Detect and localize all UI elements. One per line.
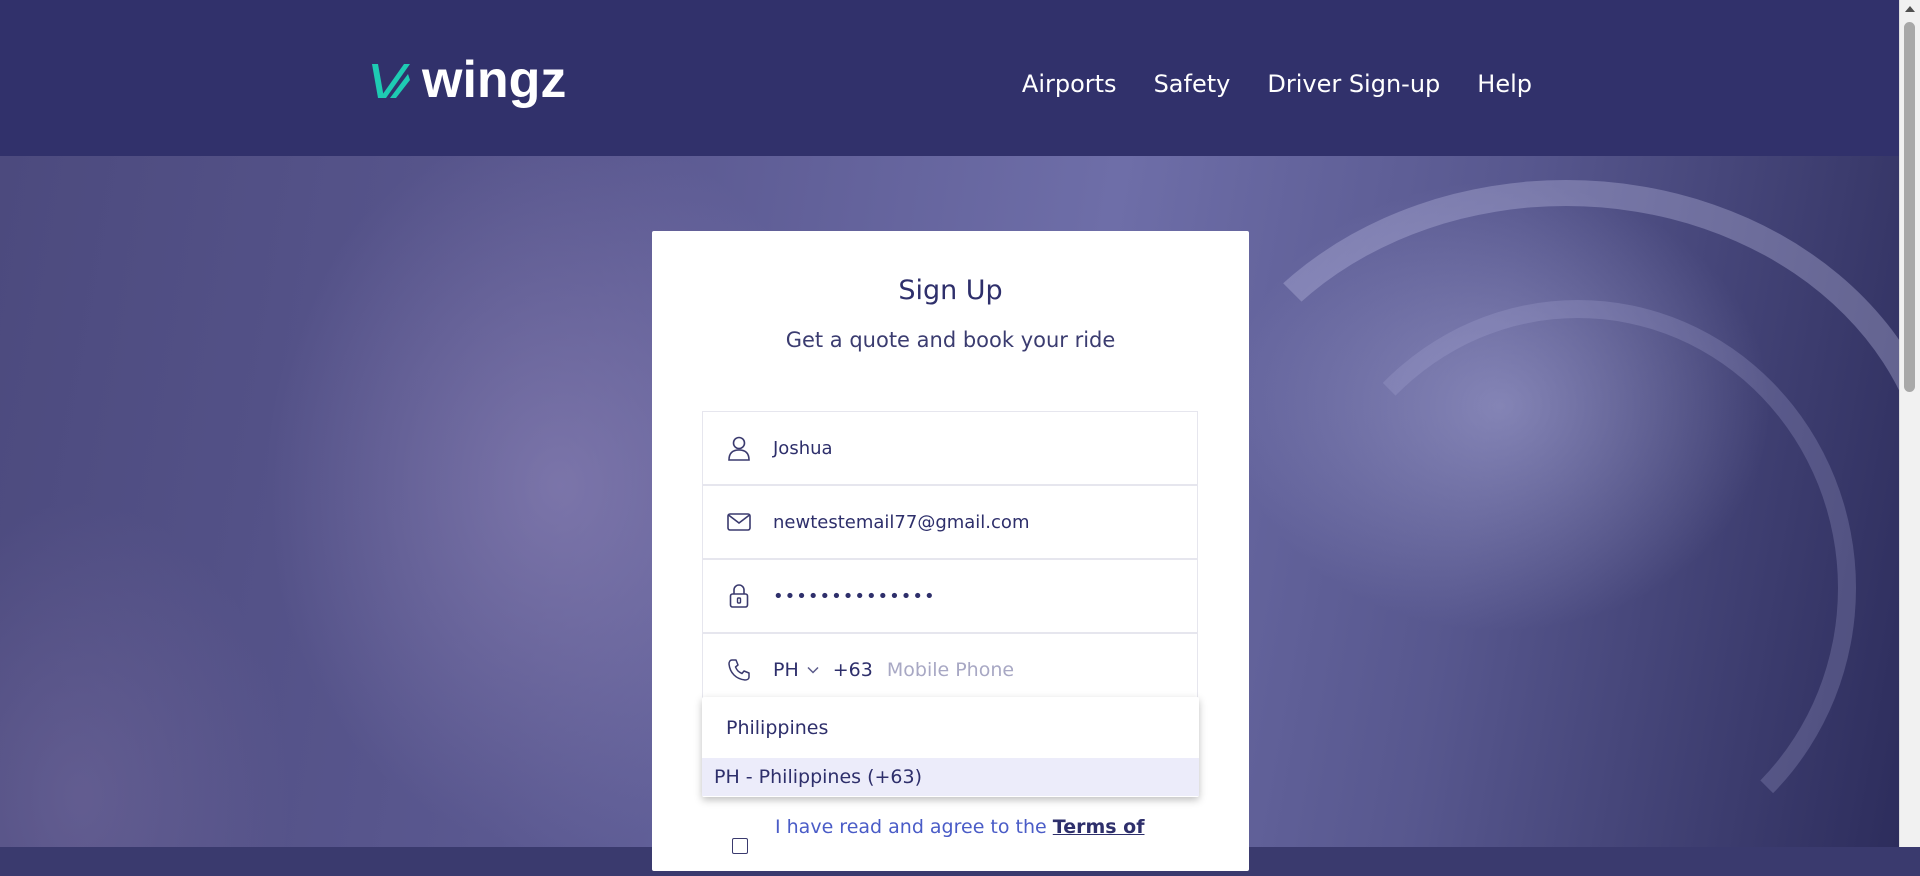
terms-link[interactable]: Terms of <box>1053 816 1145 838</box>
name-field[interactable]: Joshua <box>702 411 1198 485</box>
dropdown-option-ph[interactable]: PH - Philippines (+63) <box>702 758 1199 796</box>
country-code-select[interactable]: PH <box>773 659 833 681</box>
nav-airports[interactable]: Airports <box>1022 70 1117 98</box>
envelope-icon <box>725 508 753 536</box>
wingz-logo-icon <box>372 64 410 98</box>
scrollbar[interactable] <box>1899 0 1920 847</box>
phone-icon <box>725 656 753 684</box>
user-icon <box>725 434 753 462</box>
email-value: newtestemail77@gmail.com <box>773 511 1030 533</box>
page-title: Sign Up <box>898 275 1003 306</box>
terms-checkbox[interactable] <box>732 838 748 854</box>
country-dropdown: Philippines PH - Philippines (+63) <box>702 697 1199 797</box>
page-subtitle: Get a quote and book your ride <box>785 328 1116 352</box>
dial-code: +63 <box>832 659 873 681</box>
chevron-down-icon <box>807 666 819 674</box>
wingz-logo[interactable]: wingz <box>368 50 566 110</box>
scroll-thumb[interactable] <box>1904 22 1915 392</box>
logo-wordmark: wingz <box>422 51 567 109</box>
lock-icon <box>725 582 753 610</box>
email-field[interactable]: newtestemail77@gmail.com <box>702 485 1198 559</box>
main-nav: Airports Safety Driver Sign-up Help <box>1022 70 1532 98</box>
terms-prefix: I have read and agree to the <box>775 816 1053 838</box>
terms-label: I have read and agree to the Terms of <box>775 816 1145 838</box>
background-arc <box>1300 300 1856 876</box>
password-value: •••••••••••••• <box>773 585 936 607</box>
mobile-phone-input[interactable] <box>884 658 1109 682</box>
password-field[interactable]: •••••••••••••• <box>702 559 1198 633</box>
nav-help[interactable]: Help <box>1477 70 1532 98</box>
site-header: wingz Airports Safety Driver Sign-up Hel… <box>0 0 1900 156</box>
nav-driver-signup[interactable]: Driver Sign-up <box>1267 70 1440 98</box>
dropdown-caret <box>763 687 783 697</box>
dropdown-group-label: Philippines <box>726 717 829 739</box>
name-value: Joshua <box>773 437 833 459</box>
nav-safety[interactable]: Safety <box>1154 70 1231 98</box>
country-code: PH <box>773 659 799 681</box>
scroll-up-icon[interactable] <box>1905 6 1915 12</box>
